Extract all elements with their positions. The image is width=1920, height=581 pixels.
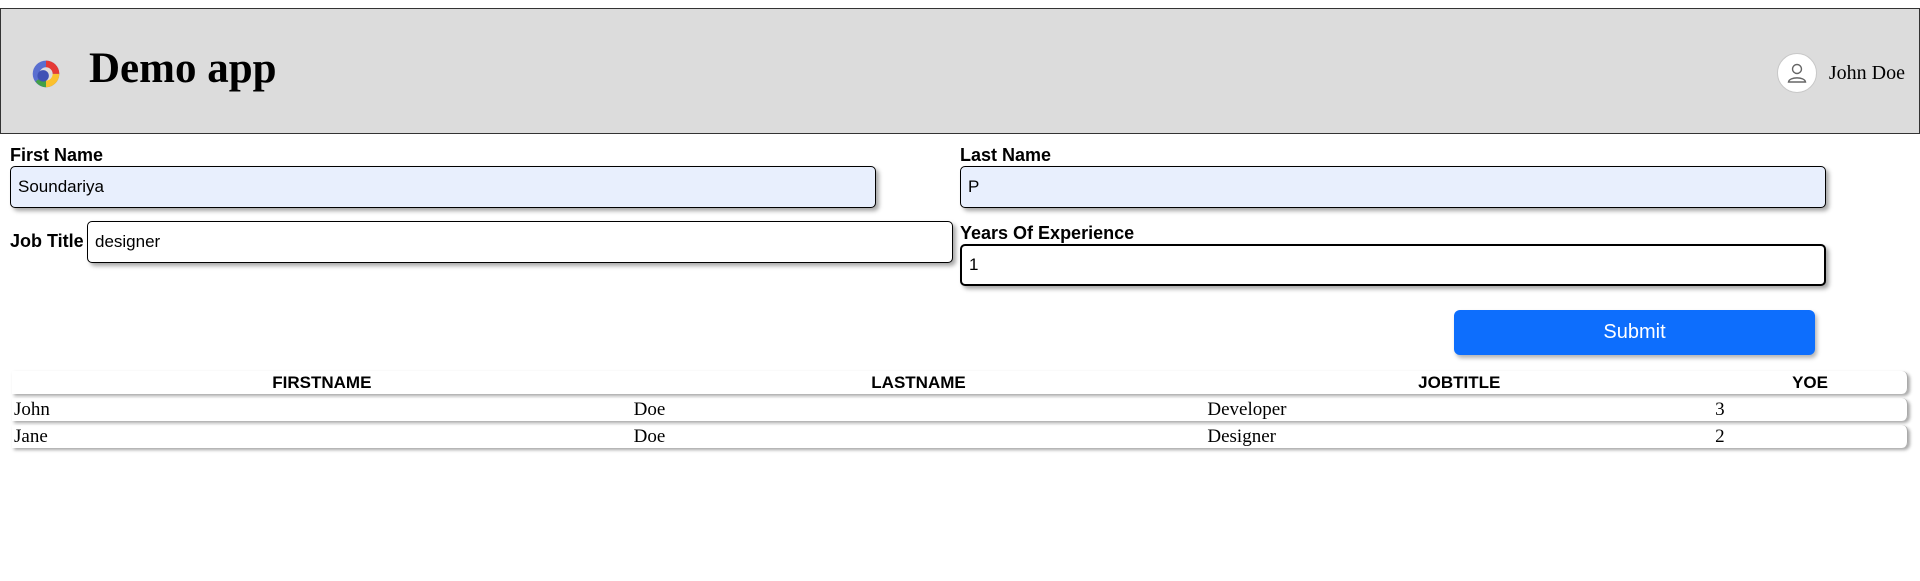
last-name-label: Last Name [960, 145, 1052, 165]
last-name-input[interactable] [960, 166, 1826, 208]
first-name-label: First Name [10, 145, 104, 165]
cell-jobtitle: Designer [1207, 425, 1276, 447]
cell-firstname: Jane [14, 425, 48, 447]
table-row: Jane Doe Designer 2 [12, 425, 1908, 448]
column-header-firstname: FIRSTNAME [272, 372, 372, 392]
employee-table: FIRSTNAME LASTNAME JOBTITLE YOE John Doe… [12, 371, 1908, 452]
cell-yoe: 2 [1715, 425, 1725, 447]
column-header-lastname: LASTNAME [871, 372, 966, 392]
table-header-row: FIRSTNAME LASTNAME JOBTITLE YOE [12, 371, 1908, 394]
cell-yoe: 3 [1715, 398, 1725, 420]
table-row: John Doe Developer 3 [12, 398, 1908, 421]
cell-firstname: John [14, 398, 50, 420]
user-name: John Doe [1828, 61, 1905, 84]
cell-lastname: Doe [633, 425, 666, 447]
app-title: Demo app [89, 45, 277, 92]
job-title-label: Job Title [10, 231, 84, 251]
column-header-yoe: YOE [1792, 372, 1828, 392]
app-header: Demo app John Doe [0, 8, 1920, 134]
column-header-jobtitle: JOBTITLE [1418, 372, 1501, 392]
job-title-input[interactable] [87, 221, 953, 263]
app-logo-icon [32, 60, 60, 88]
years-of-experience-label: Years Of Experience [960, 223, 1135, 243]
first-name-input[interactable] [10, 166, 876, 208]
submit-button[interactable]: Submit [1454, 310, 1815, 355]
cell-jobtitle: Developer [1207, 398, 1287, 420]
user-menu[interactable]: John Doe [1776, 53, 1905, 93]
years-of-experience-input[interactable] [960, 244, 1826, 286]
user-avatar-icon[interactable] [1776, 53, 1817, 93]
cell-lastname: Doe [633, 398, 666, 420]
